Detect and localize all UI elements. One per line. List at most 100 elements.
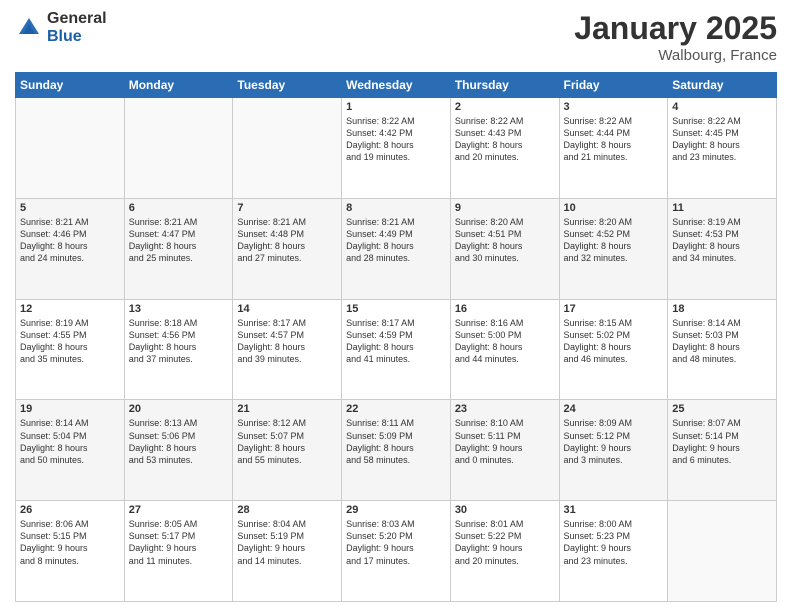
day-info: Sunrise: 8:03 AMSunset: 5:20 PMDaylight:…	[346, 518, 446, 567]
day-number: 6	[129, 202, 229, 214]
day-info: Sunrise: 8:19 AMSunset: 4:55 PMDaylight:…	[20, 317, 120, 366]
day-number: 5	[20, 202, 120, 214]
table-row: 21 Sunrise: 8:12 AMSunset: 5:07 PMDayligh…	[233, 400, 342, 501]
table-row: 14Sunrise: 8:17 AMSunset: 4:57 PMDayligh…	[233, 299, 342, 400]
title-block: January 2025 Walbourg, France	[574, 10, 777, 64]
table-row: 2Sunrise: 8:22 AMSunset: 4:43 PMDaylight…	[450, 98, 559, 199]
day-number: 27	[129, 504, 229, 516]
day-info: Sunrise: 8:06 AMSunset: 5:15 PMDaylight:…	[20, 518, 120, 567]
day-number: 23	[455, 403, 555, 415]
table-row	[124, 98, 233, 199]
day-info: Sunrise: 8:22 AMSunset: 4:42 PMDaylight:…	[346, 115, 446, 164]
day-info: Sunrise: 8:04 AMSunset: 5:19 PMDaylight:…	[237, 518, 337, 567]
day-number: 9	[455, 202, 555, 214]
day-number: 25	[672, 403, 772, 415]
table-row: 28 Sunrise: 8:04 AMSunset: 5:19 PMDayligh…	[233, 501, 342, 602]
table-row: 19Sunrise: 8:14 AMSunset: 5:04 PMDayligh…	[16, 400, 125, 501]
table-row: 17Sunrise: 8:15 AMSunset: 5:02 PMDayligh…	[559, 299, 668, 400]
day-number: 11	[672, 202, 772, 214]
day-number: 10	[564, 202, 664, 214]
day-info: Sunrise: 8:09 AMSunset: 5:12 PMDaylight:…	[564, 417, 664, 466]
day-info: Sunrise: 8:17 AMSunset: 4:59 PMDaylight:…	[346, 317, 446, 366]
table-row: 16 Sunrise: 8:16 AMSunset: 5:00 PMDayligh…	[450, 299, 559, 400]
table-row: 23 Sunrise: 8:10 AMSunset: 5:11 PMDayligh…	[450, 400, 559, 501]
day-info: Sunrise: 8:13 AMSunset: 5:06 PMDaylight:…	[129, 417, 229, 466]
table-row: 18 Sunrise: 8:14 AMSunset: 5:03 PMDayligh…	[668, 299, 777, 400]
day-number: 21	[237, 403, 337, 415]
day-info: Sunrise: 8:07 AMSunset: 5:14 PMDaylight:…	[672, 417, 772, 466]
day-number: 18	[672, 303, 772, 315]
logo-text: General Blue	[47, 10, 107, 45]
day-info: Sunrise: 8:11 AMSunset: 5:09 PMDaylight:…	[346, 417, 446, 466]
header: General Blue January 2025 Walbourg, Fran…	[15, 10, 777, 64]
table-row: 1Sunrise: 8:22 AMSunset: 4:42 PMDaylight…	[342, 98, 451, 199]
day-number: 15	[346, 303, 446, 315]
table-row: 24 Sunrise: 8:09 AMSunset: 5:12 PMDayligh…	[559, 400, 668, 501]
table-row: 22 Sunrise: 8:11 AMSunset: 5:09 PMDayligh…	[342, 400, 451, 501]
day-info: Sunrise: 8:20 AMSunset: 4:51 PMDaylight:…	[455, 216, 555, 265]
day-number: 28	[237, 504, 337, 516]
table-row: 30Sunrise: 8:01 AMSunset: 5:22 PMDayligh…	[450, 501, 559, 602]
calendar-week-row: 26 Sunrise: 8:06 AMSunset: 5:15 PMDayligh…	[16, 501, 777, 602]
table-row: 27Sunrise: 8:05 AMSunset: 5:17 PMDayligh…	[124, 501, 233, 602]
day-info: Sunrise: 8:16 AMSunset: 5:00 PMDaylight:…	[455, 317, 555, 366]
day-info: Sunrise: 8:14 AMSunset: 5:03 PMDaylight:…	[672, 317, 772, 366]
logo-general-label: General	[47, 10, 107, 28]
calendar-week-row: 1Sunrise: 8:22 AMSunset: 4:42 PMDaylight…	[16, 98, 777, 199]
day-info: Sunrise: 8:20 AMSunset: 4:52 PMDaylight:…	[564, 216, 664, 265]
day-number: 20	[129, 403, 229, 415]
table-row: 15 Sunrise: 8:17 AMSunset: 4:59 PMDayligh…	[342, 299, 451, 400]
day-info: Sunrise: 8:00 AMSunset: 5:23 PMDaylight:…	[564, 518, 664, 567]
day-info: Sunrise: 8:21 AMSunset: 4:48 PMDaylight:…	[237, 216, 337, 265]
title-month: January 2025	[574, 10, 777, 47]
day-info: Sunrise: 8:19 AMSunset: 4:53 PMDaylight:…	[672, 216, 772, 265]
day-info: Sunrise: 8:22 AMSunset: 4:45 PMDaylight:…	[672, 115, 772, 164]
col-wednesday: Wednesday	[342, 73, 451, 98]
day-number: 16	[455, 303, 555, 315]
calendar-header-row: Sunday Monday Tuesday Wednesday Thursday…	[16, 73, 777, 98]
col-tuesday: Tuesday	[233, 73, 342, 98]
col-friday: Friday	[559, 73, 668, 98]
day-info: Sunrise: 8:12 AMSunset: 5:07 PMDaylight:…	[237, 417, 337, 466]
day-number: 7	[237, 202, 337, 214]
table-row: 13Sunrise: 8:18 AMSunset: 4:56 PMDayligh…	[124, 299, 233, 400]
day-info: Sunrise: 8:14 AMSunset: 5:04 PMDaylight:…	[20, 417, 120, 466]
day-number: 8	[346, 202, 446, 214]
day-info: Sunrise: 8:21 AMSunset: 4:46 PMDaylight:…	[20, 216, 120, 265]
day-info: Sunrise: 8:22 AMSunset: 4:44 PMDaylight:…	[564, 115, 664, 164]
day-number: 31	[564, 504, 664, 516]
table-row: 8 Sunrise: 8:21 AMSunset: 4:49 PMDaylight…	[342, 198, 451, 299]
table-row: 26 Sunrise: 8:06 AMSunset: 5:15 PMDayligh…	[16, 501, 125, 602]
table-row: 11 Sunrise: 8:19 AMSunset: 4:53 PMDayligh…	[668, 198, 777, 299]
col-sunday: Sunday	[16, 73, 125, 98]
page: General Blue January 2025 Walbourg, Fran…	[0, 0, 792, 612]
day-info: Sunrise: 8:18 AMSunset: 4:56 PMDaylight:…	[129, 317, 229, 366]
day-number: 22	[346, 403, 446, 415]
day-number: 26	[20, 504, 120, 516]
col-monday: Monday	[124, 73, 233, 98]
day-info: Sunrise: 8:17 AMSunset: 4:57 PMDaylight:…	[237, 317, 337, 366]
table-row: 7 Sunrise: 8:21 AMSunset: 4:48 PMDaylight…	[233, 198, 342, 299]
day-info: Sunrise: 8:15 AMSunset: 5:02 PMDaylight:…	[564, 317, 664, 366]
col-thursday: Thursday	[450, 73, 559, 98]
day-number: 29	[346, 504, 446, 516]
table-row: 25 Sunrise: 8:07 AMSunset: 5:14 PMDayligh…	[668, 400, 777, 501]
calendar-week-row: 19Sunrise: 8:14 AMSunset: 5:04 PMDayligh…	[16, 400, 777, 501]
logo-blue-label: Blue	[47, 28, 107, 46]
day-number: 24	[564, 403, 664, 415]
table-row: 5 Sunrise: 8:21 AMSunset: 4:46 PMDaylight…	[16, 198, 125, 299]
day-number: 4	[672, 101, 772, 113]
logo-icon	[15, 14, 43, 42]
calendar-week-row: 5 Sunrise: 8:21 AMSunset: 4:46 PMDaylight…	[16, 198, 777, 299]
day-info: Sunrise: 8:21 AMSunset: 4:49 PMDaylight:…	[346, 216, 446, 265]
table-row: 4 Sunrise: 8:22 AMSunset: 4:45 PMDaylight…	[668, 98, 777, 199]
day-info: Sunrise: 8:21 AMSunset: 4:47 PMDaylight:…	[129, 216, 229, 265]
logo: General Blue	[15, 10, 107, 45]
table-row: 10 Sunrise: 8:20 AMSunset: 4:52 PMDayligh…	[559, 198, 668, 299]
day-info: Sunrise: 8:10 AMSunset: 5:11 PMDaylight:…	[455, 417, 555, 466]
table-row	[16, 98, 125, 199]
table-row	[233, 98, 342, 199]
col-saturday: Saturday	[668, 73, 777, 98]
table-row: 31 Sunrise: 8:00 AMSunset: 5:23 PMDayligh…	[559, 501, 668, 602]
table-row: 9 Sunrise: 8:20 AMSunset: 4:51 PMDaylight…	[450, 198, 559, 299]
